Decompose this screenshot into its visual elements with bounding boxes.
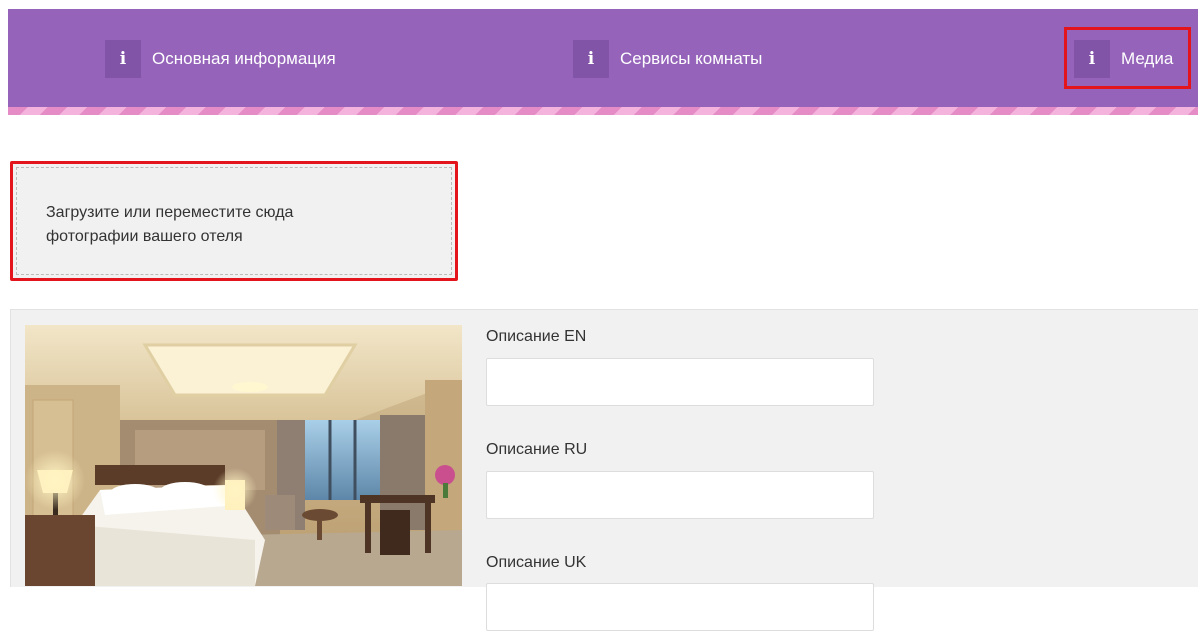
tab-basic-info[interactable]: i Основная информация — [105, 40, 336, 78]
tab-room-services[interactable]: i Сервисы комнаты — [573, 40, 762, 78]
hotel-room-photo[interactable] — [25, 325, 462, 586]
description-ru-label: Описание RU — [486, 441, 588, 458]
description-en-input[interactable] — [486, 358, 874, 406]
tab-basic-info-label: Основная информация — [152, 49, 336, 68]
description-uk-label: Описание UK — [486, 554, 587, 571]
tab-media-label: Медиа — [1121, 49, 1174, 68]
upload-instruction: Загрузите или переместите сюда фотографи… — [46, 204, 294, 245]
tab-media[interactable]: i Медиа — [1074, 40, 1173, 78]
description-en-label: Описание EN — [486, 328, 587, 345]
hotel-room-image — [25, 325, 462, 586]
description-ru-input[interactable] — [486, 471, 874, 519]
tab-bar-stripe — [8, 107, 1198, 115]
photo-upload-dropzone[interactable]: Загрузите или переместите сюда фотографи… — [10, 161, 458, 281]
info-icon: i — [105, 40, 141, 78]
info-icon: i — [1074, 40, 1110, 78]
description-uk-input[interactable] — [486, 583, 874, 631]
info-icon: i — [573, 40, 609, 78]
tab-room-services-label: Сервисы комнаты — [620, 49, 763, 68]
